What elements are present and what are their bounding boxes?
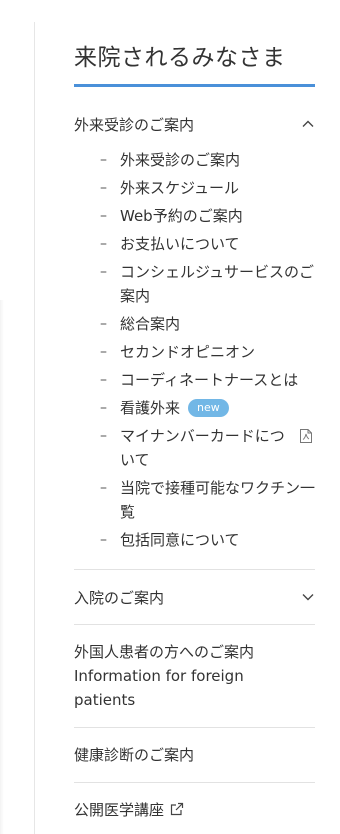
public-lecture-link[interactable]: 公開医学講座	[74, 798, 315, 822]
section-label: 入院のご案内	[74, 588, 165, 607]
submenu-label: セカンドオピニオン	[120, 343, 256, 361]
section-divider	[74, 727, 315, 728]
health-checkup-link[interactable]: 健康診断のご案内	[74, 743, 315, 767]
vertical-divider	[34, 22, 35, 834]
dash-marker: –	[100, 344, 107, 360]
outpatient-submenu: – 外来受診のご案内 – 外来スケジュール – Web予約のご案内 – お支払い…	[100, 148, 315, 556]
submenu-label: 包括同意について	[120, 531, 240, 549]
new-badge: new	[188, 398, 229, 417]
submenu-item[interactable]: – コーディネートナースとは	[100, 368, 315, 392]
submenu-item[interactable]: – セカンドオピニオン	[100, 340, 315, 364]
left-gutter	[0, 0, 34, 834]
external-link-icon	[170, 802, 184, 816]
submenu-item[interactable]: – 看護外来 new	[100, 396, 315, 420]
title-underline	[74, 84, 315, 87]
submenu-item[interactable]: – 外来スケジュール	[100, 176, 315, 200]
submenu-label: コーディネートナースとは	[120, 371, 299, 389]
dash-marker: –	[100, 428, 107, 444]
submenu-label: 当院で接種可能なワクチン一覧	[120, 479, 316, 521]
sidebar-title: 来院されるみなさま	[74, 45, 286, 71]
dash-marker: –	[100, 400, 107, 416]
page: 来院されるみなさま 外来受診のご案内 – 外来受診のご案内 – 外来スケジュール…	[0, 0, 340, 834]
submenu-label-wrap: 看護外来 new	[120, 396, 315, 420]
chevron-down-icon[interactable]	[301, 590, 315, 604]
public-lecture-label: 公開医学講座	[74, 801, 165, 819]
foreign-link-line2: Information for foreign	[74, 667, 244, 685]
submenu-label: 外来受診のご案内	[120, 151, 241, 169]
submenu-item[interactable]: – 外来受診のご案内	[100, 148, 315, 172]
section-label: 外来受診のご案内	[74, 115, 195, 134]
submenu-item[interactable]: – Web予約のご案内	[100, 204, 315, 228]
section-divider	[74, 624, 315, 625]
submenu-item[interactable]: – お支払いについて	[100, 232, 315, 256]
submenu-label: コンシェルジュサービスのご案内	[120, 263, 314, 305]
submenu-item[interactable]: – マイナンバーカードについて	[100, 424, 315, 472]
foreign-link-line1: 外国人患者の方へのご案内	[74, 643, 255, 661]
submenu-item[interactable]: – 当院で接種可能なワクチン一覧	[100, 476, 315, 524]
chevron-up-icon[interactable]	[301, 117, 315, 131]
submenu-item[interactable]: – コンシェルジュサービスのご案内	[100, 260, 315, 308]
submenu-label: 外来スケジュール	[120, 179, 239, 197]
dash-marker: –	[100, 532, 107, 548]
foreign-patients-link[interactable]: 外国人患者の方へのご案内 Information for foreign pat…	[74, 640, 315, 712]
section-divider	[74, 782, 315, 783]
section-divider	[74, 569, 315, 570]
section-header-outpatient[interactable]: 外来受診のご案内	[74, 112, 315, 136]
submenu-label: Web予約のご案内	[120, 207, 243, 225]
submenu-label: マイナンバーカードについて	[120, 427, 285, 469]
section-header-inpatient[interactable]: 入院のご案内	[74, 585, 315, 609]
gutter-shade	[0, 300, 4, 834]
submenu-item[interactable]: – 包括同意について	[100, 528, 315, 552]
dash-marker: –	[100, 180, 107, 196]
pdf-icon	[299, 428, 313, 444]
foreign-link-line3: patients	[74, 691, 136, 709]
dash-marker: –	[100, 208, 107, 224]
submenu-label: 看護外来	[120, 399, 181, 417]
dash-marker: –	[100, 264, 107, 280]
submenu-label: お支払いについて	[120, 235, 240, 253]
dash-marker: –	[100, 316, 107, 332]
submenu-label: 総合案内	[120, 315, 181, 333]
dash-marker: –	[100, 372, 107, 388]
dash-marker: –	[100, 480, 107, 496]
dash-marker: –	[100, 152, 107, 168]
submenu-item[interactable]: – 総合案内	[100, 312, 315, 336]
dash-marker: –	[100, 236, 107, 252]
